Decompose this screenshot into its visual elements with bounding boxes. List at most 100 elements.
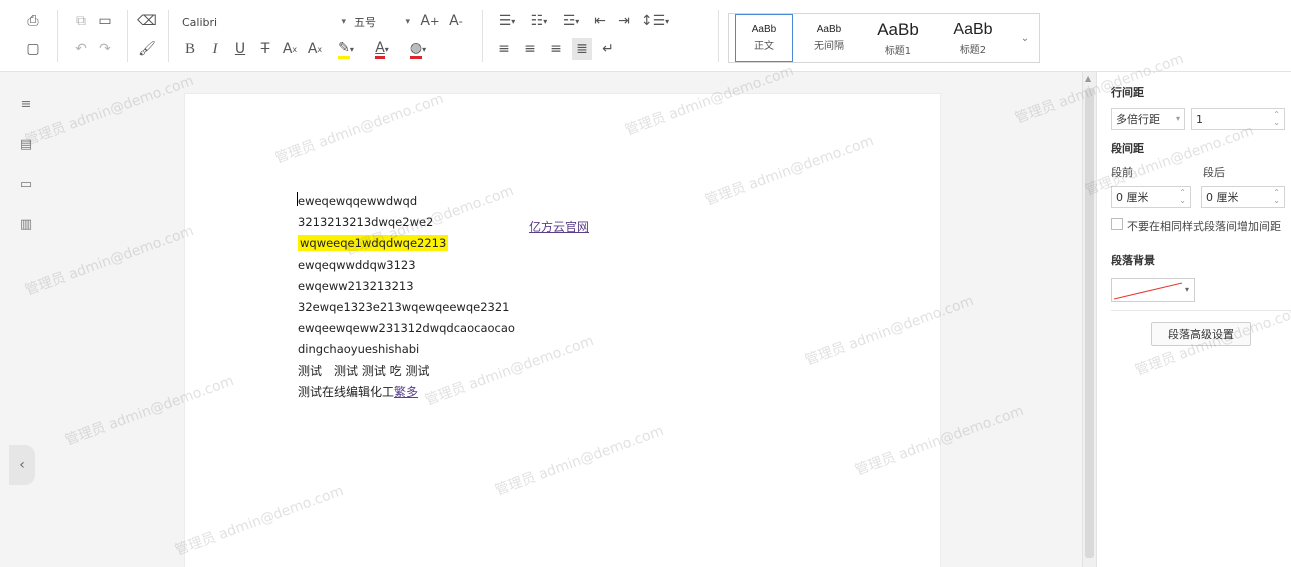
comment-icon[interactable]: ▭ bbox=[16, 174, 36, 194]
grow-font-button[interactable]: A + bbox=[420, 11, 440, 31]
doc-line-7[interactable]: ewqeewqeww231312dwqdcaocaocao bbox=[298, 321, 515, 335]
toolbar-separator bbox=[482, 10, 483, 62]
inline-link[interactable]: 繁多 bbox=[394, 385, 418, 399]
bullet-list-icon[interactable]: ☰ ▾ bbox=[494, 11, 520, 31]
save-icon[interactable]: ▢ bbox=[22, 38, 44, 60]
justify-icon[interactable]: ≣ bbox=[572, 38, 592, 60]
print-icon[interactable]: ⎙ bbox=[22, 10, 44, 32]
chevron-down-icon: ▾ bbox=[1175, 114, 1180, 123]
style-name: 无间隔 bbox=[814, 41, 844, 52]
highlight-color-button[interactable]: ✎ ▾ bbox=[330, 38, 362, 60]
paragraph-mark-icon[interactable]: ↵ bbox=[598, 38, 618, 60]
document-page[interactable]: eweqewqqewwdwqd 3213213213dwqe2we2 wqwee… bbox=[184, 93, 941, 567]
multilevel-list-icon[interactable]: ☲ ▾ bbox=[558, 11, 584, 31]
vertical-scrollbar[interactable]: ▲ bbox=[1082, 72, 1096, 567]
decrease-indent-icon[interactable]: ⇤ bbox=[590, 11, 610, 31]
spacing-before-input[interactable]: 0 厘米 ⌃ ⌄ bbox=[1111, 186, 1191, 208]
doc-line-5[interactable]: ewqeww213213213 bbox=[298, 279, 414, 293]
subscript-button[interactable]: Ax bbox=[305, 38, 325, 60]
doc-line-10[interactable]: 测试在线编辑化工繁多 bbox=[298, 383, 418, 400]
strikethrough-button[interactable]: T bbox=[255, 38, 275, 60]
no-space-same-style-checkbox[interactable] bbox=[1111, 218, 1123, 230]
outline-icon[interactable]: ≡ bbox=[16, 94, 36, 114]
paragraph-spacing-title: 段间距 bbox=[1111, 142, 1144, 155]
increase-indent-icon[interactable]: ⇥ bbox=[614, 11, 634, 31]
shading-button[interactable]: ◍ ▾ bbox=[402, 38, 434, 60]
style-normal[interactable]: AaBb 正文 bbox=[735, 14, 793, 62]
style-no-spacing[interactable]: AaBb 无间隔 bbox=[799, 14, 859, 62]
toolbar-separator bbox=[168, 10, 169, 62]
highlighted-text: wqweeqe1wdqdwqe2213 bbox=[298, 235, 449, 251]
eraser-icon[interactable]: ⌫ bbox=[136, 10, 158, 32]
format-painter-icon[interactable]: 🖌 bbox=[136, 38, 158, 60]
font-family-value: Calibri bbox=[182, 15, 218, 29]
shading-icon: ◍ bbox=[409, 40, 423, 59]
document-area: eweqewqqewwdwqd 3213213213dwqe2we2 wqwee… bbox=[50, 72, 1082, 567]
chevron-left-icon: ‹ bbox=[19, 457, 25, 473]
doc-line-2[interactable]: 3213213213dwqe2we2 bbox=[298, 215, 433, 229]
toolbar-separator bbox=[57, 10, 58, 62]
spacing-after-input[interactable]: 0 厘米 ⌃ ⌄ bbox=[1201, 186, 1285, 208]
style-heading-2[interactable]: AaBb 标题2 bbox=[937, 14, 1009, 62]
underline-button[interactable]: U bbox=[230, 38, 250, 60]
doc-line-4[interactable]: ewqeqwwddqw3123 bbox=[298, 258, 416, 272]
doc-line-6[interactable]: 32ewqe1323e213wqewqeewqe2321 bbox=[298, 300, 509, 314]
website-link[interactable]: 亿方云官网 bbox=[529, 218, 589, 235]
spinner-icon[interactable]: ⌃ ⌄ bbox=[1273, 189, 1280, 205]
scroll-thumb[interactable] bbox=[1085, 88, 1094, 558]
font-family-select[interactable]: Calibri ▾ bbox=[178, 12, 348, 32]
no-fill-icon bbox=[1113, 282, 1183, 300]
line-spacing-value-input[interactable]: 1 ⌃ ⌄ bbox=[1191, 108, 1285, 130]
scroll-up-icon[interactable]: ▲ bbox=[1085, 74, 1091, 83]
style-sample: AaBb bbox=[816, 24, 842, 35]
paste-icon[interactable]: ▭ bbox=[94, 10, 116, 32]
gallery-expand-icon[interactable]: ⌄ bbox=[1015, 18, 1035, 58]
font-color-label: A bbox=[375, 40, 385, 59]
font-color-button[interactable]: A ▾ bbox=[366, 38, 398, 60]
left-rail: ≡ ▤ ▭ ▥ ‹ bbox=[0, 72, 50, 567]
style-sample: AaBb bbox=[953, 20, 993, 38]
superscript-button[interactable]: Ax bbox=[280, 38, 300, 60]
advanced-paragraph-settings-button[interactable]: 段落高级设置 bbox=[1151, 322, 1251, 346]
doc-line-1[interactable]: eweqewqqewwdwqd bbox=[298, 194, 417, 208]
table-of-contents-icon[interactable]: ▤ bbox=[16, 134, 36, 154]
paragraph-settings-panel: 行间距 多倍行距 ▾ 1 ⌃ ⌄ 段间距 段前 段后 0 厘米 ⌃ ⌄ 0 厘米 ⌃… bbox=[1096, 72, 1291, 567]
italic-button[interactable]: I bbox=[205, 38, 225, 60]
style-sample: AaBb bbox=[877, 19, 919, 39]
styles-gallery: AaBb 正文 AaBb 无间隔 AaBb 标题1 AaBb 标题2 bbox=[728, 13, 1040, 63]
highlighter-icon: ✎ bbox=[338, 40, 350, 59]
doc-line-10-text: 测试在线编辑化工 bbox=[298, 385, 395, 399]
grow-font-label: A bbox=[420, 13, 430, 29]
collapse-panel-button[interactable]: ‹ bbox=[9, 445, 35, 485]
font-size-value: 五号 bbox=[354, 16, 376, 29]
spinner-icon[interactable]: ⌃ ⌄ bbox=[1179, 189, 1186, 205]
font-size-select[interactable]: 五号 ▾ bbox=[350, 12, 412, 32]
align-center-icon[interactable]: ≡ bbox=[520, 38, 540, 60]
subscript-label: A bbox=[307, 41, 318, 57]
line-spacing-mode-select[interactable]: 多倍行距 ▾ bbox=[1111, 108, 1185, 130]
copy-icon[interactable]: ⧉ bbox=[70, 10, 92, 32]
panel-divider bbox=[1111, 310, 1291, 311]
undo-icon[interactable]: ↶ bbox=[70, 38, 92, 60]
numbered-list-icon[interactable]: ☷ ▾ bbox=[526, 11, 552, 31]
doc-line-9[interactable]: 测试 测试 测试 吃 测试 bbox=[298, 362, 429, 379]
align-right-icon[interactable]: ≡ bbox=[546, 38, 566, 60]
style-heading-1[interactable]: AaBb 标题1 bbox=[863, 14, 933, 62]
redo-icon[interactable]: ↷ bbox=[94, 38, 116, 60]
chevron-down-icon[interactable]: ▾ bbox=[1185, 285, 1189, 294]
line-spacing-title: 行间距 bbox=[1111, 86, 1144, 99]
toolbar-separator bbox=[127, 10, 128, 62]
spinner-icon[interactable]: ⌃ ⌄ bbox=[1273, 111, 1280, 127]
editor-app: ⎙ ▢ ⧉ ▭ ↶ ↷ ⌫ 🖌 Calibri ▾ 五号 ▾ A + A- B I… bbox=[0, 0, 1291, 567]
doc-line-8[interactable]: dingchaoyueshishabi bbox=[298, 342, 419, 356]
doc-line-3[interactable]: wqweeqe1wdqdwqe2213 bbox=[298, 235, 449, 251]
shrink-font-button[interactable]: A- bbox=[446, 11, 466, 31]
line-spacing-icon[interactable]: ↕☰ ▾ bbox=[640, 11, 670, 31]
page-view-icon[interactable]: ▥ bbox=[16, 214, 36, 234]
align-left-icon[interactable]: ≡ bbox=[494, 38, 514, 60]
style-name: 标题1 bbox=[884, 45, 912, 57]
background-color-picker[interactable] bbox=[1111, 278, 1195, 302]
style-sample: AaBb bbox=[751, 24, 777, 35]
bold-button[interactable]: B bbox=[180, 38, 200, 60]
style-name: 正文 bbox=[754, 41, 774, 52]
